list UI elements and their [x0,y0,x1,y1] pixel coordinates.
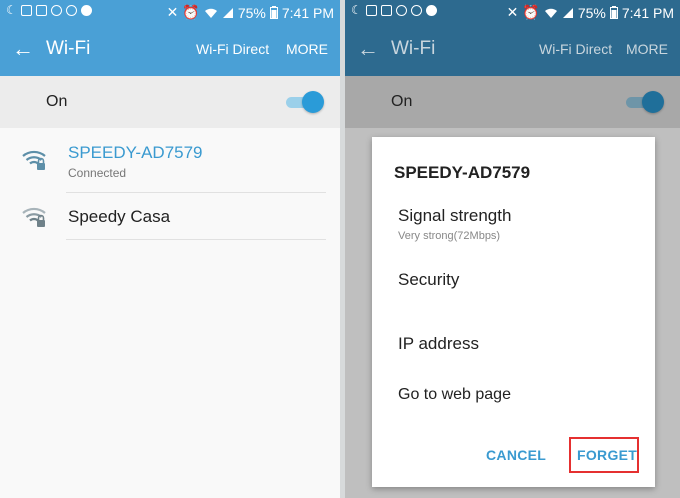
ip-address-label: IP address [398,334,479,353]
toggle-thumb [642,91,664,113]
wifi-lock-icon [22,150,46,170]
page-title: Wi-Fi [391,38,436,59]
messenger-icon [50,4,62,16]
clock: 7:41 PM [281,4,334,21]
app-icon [80,4,92,16]
notification-icons: ☾ [6,4,92,16]
network-item-speedy-ad7579[interactable]: SPEEDY-AD7579 Connected [0,128,340,192]
list-divider [66,239,326,240]
wifi-toggle-row: On [345,76,680,128]
app-icon [425,4,437,16]
wifi-status-icon [544,8,557,18]
battery-icon [609,6,618,19]
network-status: Connected [68,166,127,180]
notification-icons: ☾ [351,4,437,16]
instagram-icon [410,4,422,16]
app-bar: ← Wi-Fi Wi-Fi Direct MORE [0,24,340,76]
go-to-web-page-option[interactable]: Go to web page [398,386,511,404]
toggle-label: On [391,93,413,110]
cancel-button[interactable]: CANCEL [486,447,546,463]
wifi-status-icon [204,8,217,18]
signal-icon [222,7,233,18]
do-not-disturb-icon: ☾ [6,3,17,17]
system-status: ✕ ⏰ 75% 7:41 PM [167,4,334,21]
status-bar: ☾ ✕ ⏰ 75% 7:41 PM [345,0,680,24]
network-list: SPEEDY-AD7579 Connected Speedy Casa [0,128,340,498]
network-details-dialog: SPEEDY-AD7579 Signal strength Very stron… [372,137,655,487]
back-arrow-icon: ← [357,36,379,61]
security-label: Security [398,270,460,289]
signal-icon [562,7,573,18]
gallery-icon [365,4,377,16]
wifi-settings-screen: ☾ ✕ ⏰ 75% 7:41 PM ← Wi-Fi Wi-Fi Direct M… [0,0,340,498]
mail-icon [35,4,47,16]
do-not-disturb-icon: ☾ [351,3,362,17]
wifi-lock-icon [22,207,46,227]
page-title: Wi-Fi [46,38,91,59]
mute-icon: ✕ [166,4,179,20]
signal-strength-label: Signal strength [398,206,512,225]
battery-percent: 75% [237,4,266,21]
more-button: MORE [626,41,668,57]
instagram-icon [65,4,77,16]
messenger-icon [395,4,407,16]
toggle-label: On [46,93,68,110]
gallery-icon [20,4,32,16]
wifi-toggle-switch [626,91,664,113]
status-bar: ☾ ✕ ⏰ 75% 7:41 PM [0,0,340,24]
wifi-toggle-row[interactable]: On [0,76,340,128]
wifi-network-dialog-screen: ☾ ✕ ⏰ 75% 7:41 PM ← Wi-Fi Wi-Fi Direct M… [345,0,680,498]
clock: 7:41 PM [621,4,674,21]
mail-icon [380,4,392,16]
alarm-icon: ⏰ [182,4,200,20]
battery-percent: 75% [577,4,606,21]
alarm-icon: ⏰ [522,4,540,20]
network-name: SPEEDY-AD7579 [68,143,203,162]
mute-icon: ✕ [506,4,519,20]
dialog-title: SPEEDY-AD7579 [394,163,531,182]
battery-icon [269,6,278,19]
wifi-toggle-switch[interactable] [286,91,324,113]
more-button[interactable]: MORE [286,41,328,57]
wifi-direct-button[interactable]: Wi-Fi Direct [196,41,269,57]
network-item-speedy-casa[interactable]: Speedy Casa [0,193,340,239]
wifi-direct-button: Wi-Fi Direct [539,41,613,57]
back-arrow-icon[interactable]: ← [12,38,34,60]
toggle-thumb [302,91,324,113]
system-status: ✕ ⏰ 75% 7:41 PM [507,4,674,21]
network-name: Speedy Casa [68,207,171,226]
signal-strength-value: Very strong(72Mbps) [398,230,501,242]
forget-button[interactable]: FORGET [577,447,637,463]
app-bar: ← Wi-Fi Wi-Fi Direct MORE [345,24,680,76]
